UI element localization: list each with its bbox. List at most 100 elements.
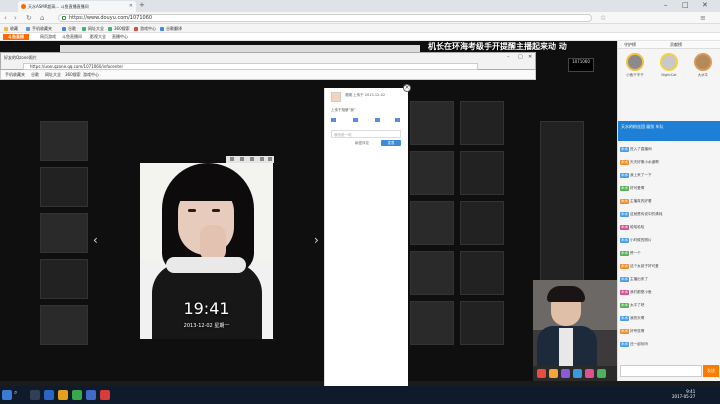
refresh-icon[interactable]: ↻: [26, 14, 32, 22]
gift-bar: [533, 366, 617, 381]
inner-bookmark[interactable]: 游戏中心: [83, 72, 99, 78]
minimize-icon[interactable]: –: [664, 1, 668, 9]
background-thumbnail: [410, 201, 454, 245]
gift-icon[interactable]: [561, 369, 570, 378]
browser-tab[interactable]: 天水ASMR超高... 斗鱼直播直播间 ✕: [18, 1, 136, 12]
background-thumbnail: [410, 101, 454, 145]
rank-user[interactable]: NightCat: [656, 53, 682, 77]
close-window-icon[interactable]: ✕: [702, 1, 708, 9]
address-bar[interactable]: https://www.douyu.com/1071060: [58, 14, 592, 22]
inner-close-icon[interactable]: ✕: [528, 54, 532, 60]
gift-icon[interactable]: [585, 369, 594, 378]
photo-fur-collar: [166, 257, 246, 273]
chat-message: 水水 主播出来了: [620, 277, 648, 282]
background-thumbnail: [460, 151, 504, 195]
more-icon[interactable]: [395, 118, 400, 122]
close-tab-icon[interactable]: ✕: [129, 3, 133, 9]
inner-bookmark[interactable]: 网址大全: [45, 72, 61, 78]
uploader-avatar[interactable]: [331, 92, 341, 102]
chat-send-button[interactable]: 发送: [703, 365, 719, 377]
comment-icon[interactable]: [353, 118, 358, 122]
chat-input[interactable]: [620, 365, 702, 377]
prev-photo-arrow[interactable]: ‹: [93, 234, 98, 246]
folder-icon[interactable]: [58, 390, 68, 400]
tab-contribution-rank[interactable]: 贡献榜: [670, 42, 682, 48]
site-link[interactable]: 影视大全: [90, 33, 106, 40]
photo-image[interactable]: 19:41 2013-12-02 星期一: [140, 163, 273, 339]
inner-browser-window: 好友的Qzone照片 https://user.qzone.qq.com/107…: [0, 52, 536, 70]
bookmark-item[interactable]: 游戏中心: [134, 25, 156, 32]
edge-icon[interactable]: [44, 390, 54, 400]
douyu-logo[interactable]: 斗鱼直播: [3, 34, 29, 40]
photo-toolbar: [226, 156, 274, 163]
chat-message: 水水 太平了吧: [620, 303, 645, 308]
gift-icon[interactable]: [549, 369, 558, 378]
bookmark-item[interactable]: 谷歌翻译: [160, 25, 182, 32]
url-text: https://www.douyu.com/1071060: [69, 15, 153, 21]
bookmark-item[interactable]: 收藏: [4, 25, 18, 32]
more-icon[interactable]: [268, 157, 272, 161]
gift-icon[interactable]: [597, 369, 606, 378]
maximize-icon[interactable]: □: [682, 1, 689, 9]
start-icon[interactable]: [2, 390, 12, 400]
chat-message: 水水 赞一个: [620, 251, 641, 256]
taskbar: ⌕ 9:41 2017-05-27: [0, 386, 720, 404]
download-icon[interactable]: [250, 157, 254, 161]
inner-bookmarks-bar: 手机收藏夹 谷歌 网址大全 360搜索 游戏中心: [0, 70, 536, 80]
comment-input[interactable]: 我也说一句: [331, 130, 401, 138]
uploader-info: 湘湘 上传于 2013-12-02: [345, 93, 386, 97]
star-icon[interactable]: ☆: [600, 14, 606, 22]
comment-send-button[interactable]: 发表: [381, 140, 401, 146]
menu-icon[interactable]: ≡: [700, 14, 706, 22]
taskbar-clock[interactable]: 9:41 2017-05-27: [672, 389, 695, 399]
background-thumbnail: [410, 251, 454, 295]
background-thumbnail: [460, 251, 504, 295]
inner-window-title: 好友的Qzone照片: [4, 55, 37, 60]
task-view-icon[interactable]: [30, 390, 40, 400]
zoom-icon[interactable]: [230, 157, 234, 161]
inner-bookmark[interactable]: 谷歌: [31, 72, 39, 78]
chat-message: 水水 我们都是小鱼: [620, 290, 652, 295]
app-icon[interactable]: [86, 390, 96, 400]
bookmark-item[interactable]: 谷歌: [62, 25, 76, 32]
bookmark-item[interactable]: 360搜索: [108, 25, 130, 32]
site-link[interactable]: 网页游戏: [40, 33, 56, 40]
rank-user[interactable]: 大水牛: [690, 53, 716, 78]
private-comment-toggle[interactable]: 私密评论: [355, 141, 369, 146]
home-icon[interactable]: ⌂: [40, 14, 44, 22]
background-thumbnail: [410, 301, 454, 345]
bookmark-item[interactable]: 手机收藏夹: [26, 25, 52, 32]
site-link[interactable]: 斗鱼直播间: [62, 33, 82, 40]
new-tab-button[interactable]: +: [139, 2, 145, 9]
browser-icon[interactable]: [72, 390, 82, 400]
inner-bookmark[interactable]: 360搜索: [65, 72, 81, 78]
fan-club-banner[interactable]: 天水的粉丝团 级别 车队: [618, 121, 720, 141]
tab-guard-rank[interactable]: 守护榜: [624, 42, 636, 48]
chat-message: 水水 小时候的照片: [620, 238, 652, 243]
inner-address-bar[interactable]: https://user.qzone.qq.com/1071060/infoce…: [23, 63, 478, 70]
bookmark-item[interactable]: 网址大全: [82, 25, 104, 32]
avatar: [694, 53, 712, 71]
app-icon[interactable]: [100, 390, 110, 400]
avatar: [626, 53, 644, 71]
gift-icon[interactable]: [537, 369, 546, 378]
rotate-icon[interactable]: [240, 157, 244, 161]
forward-icon[interactable]: ›: [14, 14, 17, 22]
site-link[interactable]: 直播中心: [112, 33, 128, 40]
search-icon[interactable]: ⌕: [14, 389, 17, 397]
inner-bookmark[interactable]: 手机收藏夹: [5, 72, 25, 78]
next-photo-arrow[interactable]: ›: [314, 234, 319, 246]
gift-icon[interactable]: [573, 369, 582, 378]
chat-message: 水水 天天好像小水道啊: [620, 160, 659, 165]
rank-user[interactable]: 小鱼干不干: [622, 53, 648, 78]
close-viewer-icon[interactable]: ×: [403, 84, 411, 92]
back-icon[interactable]: ‹: [4, 14, 7, 22]
photo-comment-panel: 湘湘 上传于 2013-12-02 上传于相册“我” 我也说一句 私密评论 发表: [324, 88, 408, 390]
share-icon[interactable]: [375, 118, 380, 122]
like-icon[interactable]: [331, 118, 336, 122]
chat-message: 水水 哈哈哈哈: [620, 225, 645, 230]
fullscreen-icon[interactable]: [260, 157, 264, 161]
inner-maximize-icon[interactable]: □: [518, 54, 523, 60]
photo-bangs: [174, 173, 240, 201]
inner-minimize-icon[interactable]: –: [507, 54, 510, 60]
